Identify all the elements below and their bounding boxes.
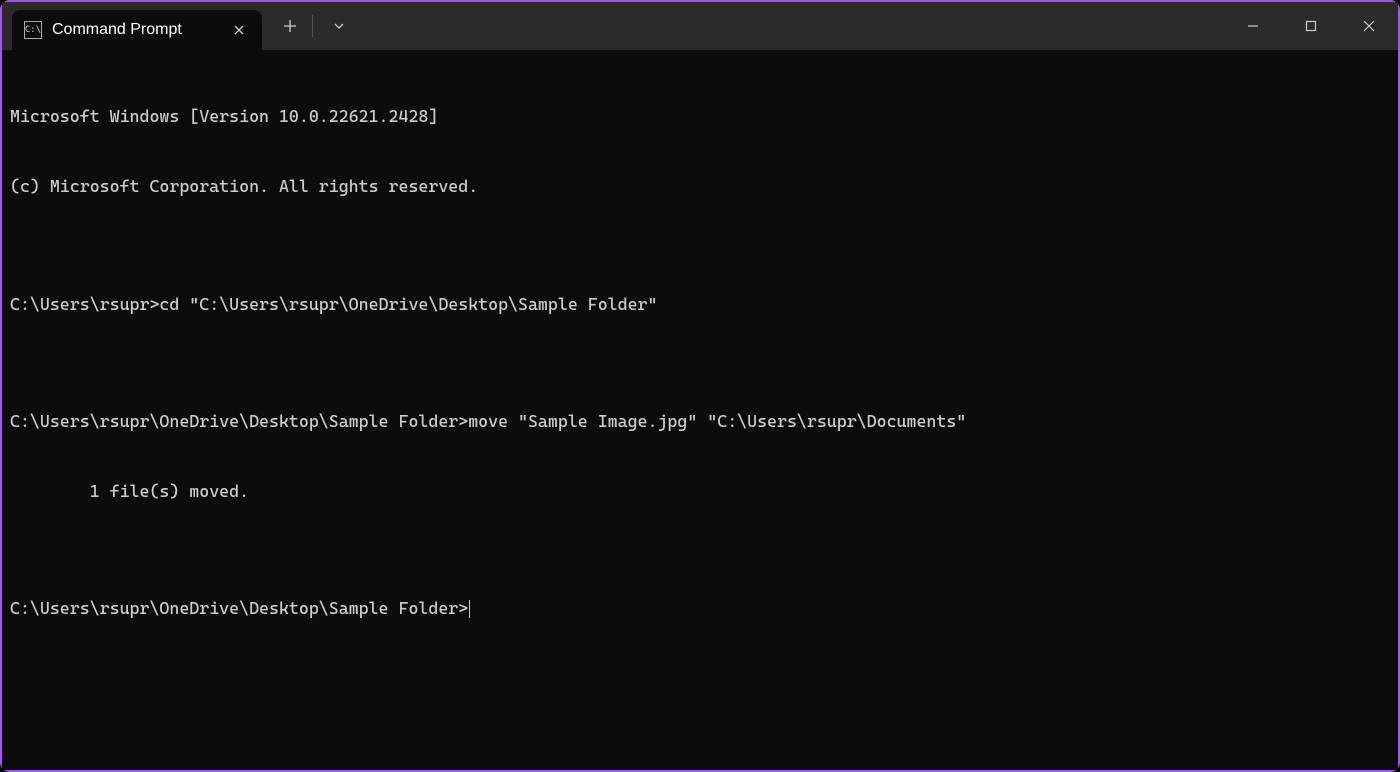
divider bbox=[312, 15, 313, 37]
terminal-line: C:\Users\rsupr\OneDrive\Desktop\Sample F… bbox=[10, 410, 1390, 433]
maximize-button[interactable] bbox=[1282, 5, 1340, 47]
terminal-line: (c) Microsoft Corporation. All rights re… bbox=[10, 175, 1390, 198]
titlebar: C:\ Command Prompt bbox=[2, 2, 1398, 50]
tab-dropdown-button[interactable] bbox=[321, 8, 357, 44]
close-window-button[interactable] bbox=[1340, 5, 1398, 47]
cmd-icon: C:\ bbox=[24, 21, 42, 39]
minimize-button[interactable] bbox=[1224, 5, 1282, 47]
terminal-line: Microsoft Windows [Version 10.0.22621.24… bbox=[10, 105, 1390, 128]
titlebar-left: C:\ Command Prompt bbox=[2, 2, 357, 50]
tab-actions bbox=[268, 2, 357, 50]
tab-title: Command Prompt bbox=[52, 21, 220, 39]
terminal-prompt: C:\Users\rsupr\OneDrive\Desktop\Sample F… bbox=[10, 598, 468, 618]
terminal-prompt-line: C:\Users\rsupr\OneDrive\Desktop\Sample F… bbox=[10, 597, 1390, 620]
tab-command-prompt[interactable]: C:\ Command Prompt bbox=[12, 10, 262, 50]
terminal-line: C:\Users\rsupr>cd "C:\Users\rsupr\OneDri… bbox=[10, 293, 1390, 316]
terminal-line: 1 file(s) moved. bbox=[10, 480, 1390, 503]
new-tab-button[interactable] bbox=[272, 8, 308, 44]
close-tab-icon[interactable] bbox=[230, 21, 248, 39]
cursor bbox=[469, 600, 470, 618]
window-controls bbox=[1224, 2, 1398, 50]
terminal-output[interactable]: Microsoft Windows [Version 10.0.22621.24… bbox=[2, 50, 1398, 770]
